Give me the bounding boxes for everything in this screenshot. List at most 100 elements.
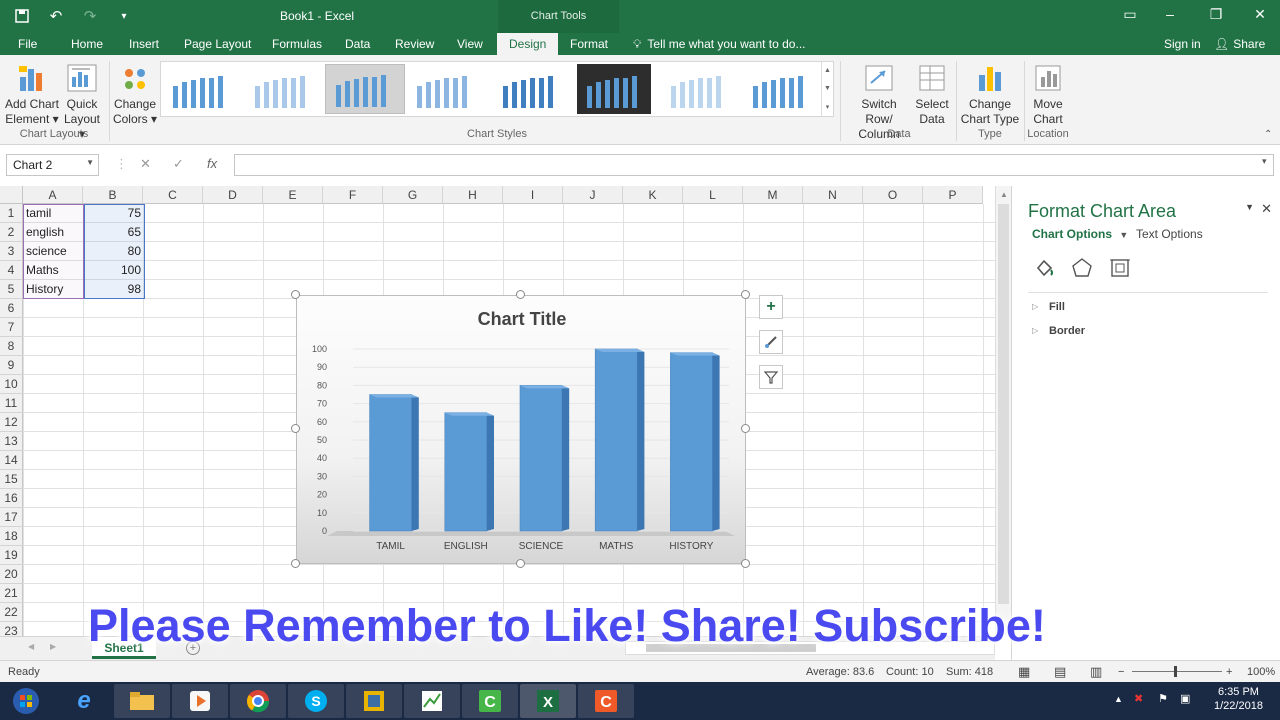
close-icon[interactable]: ✕ <box>1250 6 1270 23</box>
ribbon-display-options-icon[interactable]: ▭ <box>1120 6 1140 23</box>
row-header-23[interactable]: 23 <box>0 622 23 636</box>
column-header-o[interactable]: O <box>863 186 923 204</box>
tell-me-search[interactable]: 💡︎ Tell me what you want to do... <box>633 37 806 52</box>
select-all-corner[interactable] <box>0 186 23 204</box>
chart-style-6[interactable] <box>577 64 651 114</box>
vertical-scrollbar[interactable]: ▲ <box>995 186 1011 636</box>
tab-chart-options[interactable]: Chart Options ▼ <box>1032 227 1128 241</box>
row-header-2[interactable]: 2 <box>0 223 23 242</box>
row-header-4[interactable]: 4 <box>0 261 23 280</box>
column-header-d[interactable]: D <box>203 186 263 204</box>
column-header-p[interactable]: P <box>923 186 983 204</box>
column-header-b[interactable]: B <box>83 186 143 204</box>
share-button[interactable]: 👤︎ Share <box>1214 37 1265 51</box>
insert-function-icon[interactable]: fx <box>207 156 217 171</box>
chart-styles-brush-icon[interactable] <box>759 330 783 354</box>
column-header-g[interactable]: G <box>383 186 443 204</box>
row-header-18[interactable]: 18 <box>0 527 23 546</box>
zoom-level[interactable]: 100% <box>1247 666 1275 678</box>
chart-style-5[interactable] <box>493 64 573 114</box>
row-header-9[interactable]: 9 <box>0 356 23 375</box>
chart-style-7[interactable] <box>661 64 741 114</box>
row-header-5[interactable]: 5 <box>0 280 23 299</box>
effects-pentagon-icon[interactable] <box>1070 256 1094 280</box>
formula-input[interactable] <box>234 154 1274 176</box>
row-header-10[interactable]: 10 <box>0 375 23 394</box>
undo-icon[interactable]: ↶ <box>44 5 68 27</box>
row-header-3[interactable]: 3 <box>0 242 23 261</box>
zoom-in-icon[interactable]: + <box>1226 666 1232 678</box>
chart-style-1[interactable] <box>163 64 243 114</box>
cancel-icon[interactable]: ✕ <box>140 156 151 172</box>
select-data-button[interactable]: Select Data <box>912 63 952 127</box>
camtasia-orange-icon[interactable]: C <box>578 684 634 718</box>
fill-section[interactable]: Fill <box>1049 301 1065 313</box>
column-header-j[interactable]: J <box>563 186 623 204</box>
cell-b2[interactable]: 65 <box>84 223 144 242</box>
cell-b5[interactable]: 98 <box>84 280 144 299</box>
tray-network-icon[interactable]: ▣ <box>1180 692 1190 705</box>
column-header-f[interactable]: F <box>323 186 383 204</box>
column-header-i[interactable]: I <box>503 186 563 204</box>
cell-a3[interactable]: science <box>23 242 83 261</box>
start-button[interactable] <box>0 684 52 718</box>
file-explorer-icon[interactable] <box>114 684 170 718</box>
tab-format[interactable]: Format <box>570 37 608 51</box>
zoom-slider-thumb[interactable] <box>1174 666 1177 677</box>
page-layout-view-icon[interactable]: ▤ <box>1054 664 1066 680</box>
column-header-n[interactable]: N <box>803 186 863 204</box>
tab-design[interactable]: Design <box>497 33 559 55</box>
resize-handle-bottom-right[interactable] <box>741 559 750 568</box>
tab-page-layout[interactable]: Page Layout <box>184 37 251 51</box>
resize-handle-bottom[interactable] <box>516 559 525 568</box>
more-icon[interactable]: ▾ <box>826 103 830 111</box>
clock[interactable]: 6:35 PM 1/22/2018 <box>1214 686 1263 712</box>
expand-border-icon[interactable]: ▷ <box>1032 326 1038 335</box>
row-header-1[interactable]: 1 <box>0 204 23 223</box>
cell-a1[interactable]: tamil <box>23 204 83 223</box>
row-header-13[interactable]: 13 <box>0 432 23 451</box>
tab-formulas[interactable]: Formulas <box>272 37 322 51</box>
size-properties-icon[interactable] <box>1108 256 1132 280</box>
row-header-22[interactable]: 22 <box>0 603 23 622</box>
chart-style-8[interactable] <box>743 64 823 114</box>
customize-qat-icon[interactable]: ▾ <box>112 5 136 27</box>
pane-options-chevron-icon[interactable]: ▼ <box>1245 202 1254 212</box>
add-chart-element-button[interactable]: Add Chart Element ▾ <box>4 63 60 127</box>
gallery-scroll[interactable]: ▲ ▼ ▾ <box>821 62 833 116</box>
row-header-19[interactable]: 19 <box>0 546 23 565</box>
tab-text-options[interactable]: Text Options <box>1136 227 1203 241</box>
chevron-down-icon[interactable]: ▼ <box>1119 230 1128 240</box>
cell-a5[interactable]: History <box>23 280 83 299</box>
tab-file[interactable]: File <box>18 37 37 51</box>
row-header-6[interactable]: 6 <box>0 299 23 318</box>
column-header-l[interactable]: L <box>683 186 743 204</box>
row-header-8[interactable]: 8 <box>0 337 23 356</box>
column-header-k[interactable]: K <box>623 186 683 204</box>
cell-a4[interactable]: Maths <box>23 261 83 280</box>
column-header-m[interactable]: M <box>743 186 803 204</box>
row-header-11[interactable]: 11 <box>0 394 23 413</box>
cell-a2[interactable]: english <box>23 223 83 242</box>
restore-icon[interactable]: ❐ <box>1206 6 1226 23</box>
chart-elements-plus-icon[interactable]: + <box>759 295 783 319</box>
expand-formula-bar-icon[interactable]: ▾ <box>1262 156 1267 167</box>
fill-line-icon[interactable] <box>1032 256 1056 280</box>
name-box[interactable]: Chart 2 ▼ <box>6 154 99 176</box>
sign-in-link[interactable]: Sign in <box>1164 37 1201 51</box>
resize-handle-left[interactable] <box>291 424 300 433</box>
camtasia-green-icon[interactable]: C <box>462 684 518 718</box>
row-header-14[interactable]: 14 <box>0 451 23 470</box>
cell-b1[interactable]: 75 <box>84 204 144 223</box>
chart-filters-funnel-icon[interactable] <box>759 365 783 389</box>
chevron-down-icon[interactable]: ▼ <box>824 85 831 92</box>
chart-style-3-selected[interactable] <box>325 64 405 114</box>
row-header-12[interactable]: 12 <box>0 413 23 432</box>
row-header-20[interactable]: 20 <box>0 565 23 584</box>
zoom-out-icon[interactable]: − <box>1118 666 1124 678</box>
resize-handle-right[interactable] <box>741 424 750 433</box>
tab-home[interactable]: Home <box>71 37 103 51</box>
chart-object[interactable]: Chart Title 0 10 20 30 40 50 60 70 80 90 100 TAMIL EN… <box>296 295 746 564</box>
tab-data[interactable]: Data <box>345 37 370 51</box>
chevron-up-icon[interactable]: ▲ <box>824 67 831 74</box>
